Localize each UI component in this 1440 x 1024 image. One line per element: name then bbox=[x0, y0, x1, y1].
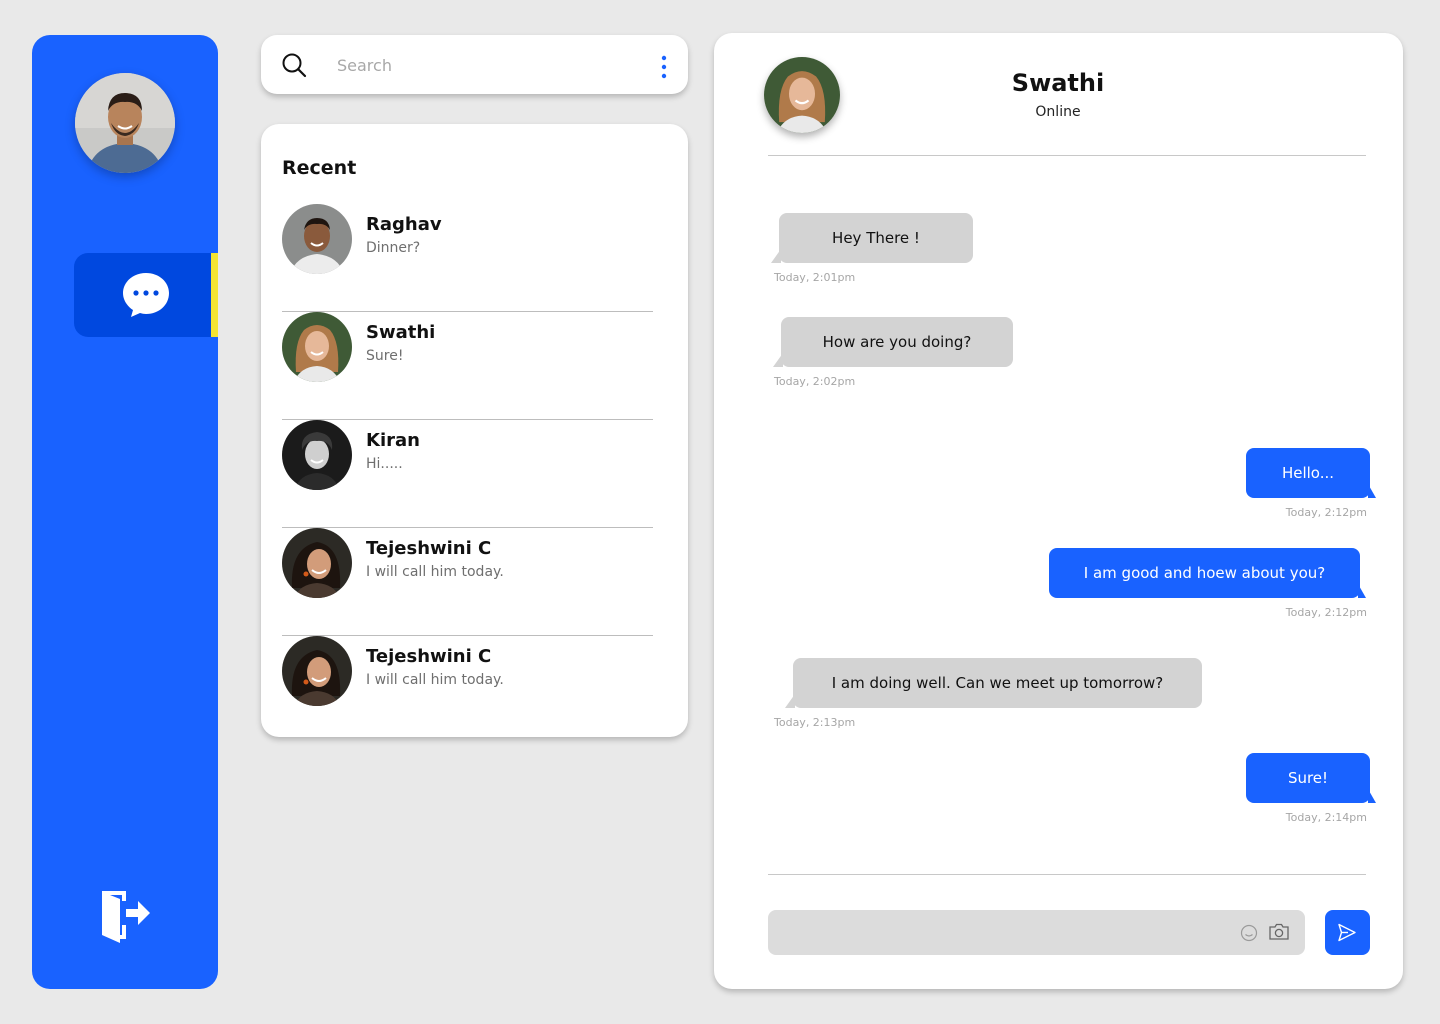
message-composer bbox=[768, 910, 1305, 955]
message-timestamp: Today, 2:13pm bbox=[774, 716, 856, 729]
message-timestamp: Today, 2:14pm bbox=[1285, 811, 1367, 824]
chat-bubble-icon bbox=[123, 273, 169, 317]
contact-last-message: Dinner? bbox=[366, 240, 421, 256]
contact-list-item[interactable]: Swathi Sure! bbox=[282, 312, 653, 420]
emoji-icon[interactable] bbox=[1240, 924, 1258, 942]
recent-panel: Recent Raghav Dinner? Swathi Sure! Kiran… bbox=[261, 124, 688, 737]
recent-title: Recent bbox=[282, 157, 357, 179]
message-timestamp: Today, 2:12pm bbox=[1285, 606, 1367, 619]
message-bubble-outgoing: I am good and hoew about you? bbox=[1049, 548, 1366, 598]
message-bubble-incoming: Hey There ! bbox=[771, 213, 973, 263]
contact-name: Tejeshwini C bbox=[366, 646, 492, 667]
send-icon bbox=[1338, 923, 1356, 942]
contact-last-message: Hi..... bbox=[366, 456, 403, 472]
chat-contact-name: Swathi bbox=[1011, 69, 1105, 97]
sidebar bbox=[32, 35, 218, 989]
nav-chat-item[interactable] bbox=[74, 253, 218, 337]
search-input[interactable] bbox=[337, 51, 637, 79]
contact-name: Raghav bbox=[366, 214, 442, 235]
search-bar bbox=[261, 35, 688, 94]
camera-icon[interactable] bbox=[1268, 922, 1290, 942]
message-timestamp: Today, 2:12pm bbox=[1285, 506, 1367, 519]
contact-avatar bbox=[282, 528, 352, 598]
chat-contact-status: Online bbox=[1035, 104, 1081, 120]
contact-name: Kiran bbox=[366, 430, 420, 451]
contact-avatar bbox=[282, 312, 352, 382]
search-icon[interactable] bbox=[281, 52, 307, 78]
contact-list-item[interactable]: Tejeshwini C I will call him today. bbox=[282, 528, 653, 636]
header-divider bbox=[768, 155, 1366, 156]
chat-contact-avatar[interactable] bbox=[764, 57, 840, 133]
message-input[interactable] bbox=[784, 918, 1224, 948]
message-bubble-incoming: How are you doing? bbox=[773, 317, 1013, 367]
contact-list-item[interactable]: Raghav Dinner? bbox=[282, 204, 653, 312]
contact-avatar bbox=[282, 636, 352, 706]
contact-avatar bbox=[282, 204, 352, 274]
message-bubble-incoming: I am doing well. Can we meet up tomorrow… bbox=[785, 658, 1202, 708]
contact-avatar bbox=[282, 420, 352, 490]
contact-last-message: I will call him today. bbox=[366, 564, 504, 580]
send-button[interactable] bbox=[1325, 910, 1370, 955]
active-nav-indicator bbox=[211, 253, 218, 337]
contact-name: Tejeshwini C bbox=[366, 538, 492, 559]
logout-icon[interactable] bbox=[100, 887, 152, 943]
composer-divider bbox=[768, 874, 1366, 875]
chat-panel: Swathi Online Hey There ! Today, 2:01pm … bbox=[714, 33, 1403, 989]
contact-name: Swathi bbox=[366, 322, 436, 343]
contact-last-message: Sure! bbox=[366, 348, 404, 364]
kebab-menu-icon[interactable] bbox=[657, 55, 671, 79]
message-bubble-outgoing: Sure! bbox=[1246, 753, 1376, 803]
message-bubble-outgoing: Hello... bbox=[1246, 448, 1376, 498]
user-avatar[interactable] bbox=[75, 73, 175, 173]
contact-list-item[interactable]: Kiran Hi..... bbox=[282, 420, 653, 528]
message-timestamp: Today, 2:01pm bbox=[774, 271, 856, 284]
message-timestamp: Today, 2:02pm bbox=[774, 375, 856, 388]
contact-list-item[interactable]: Tejeshwini C I will call him today. bbox=[282, 636, 653, 744]
contact-last-message: I will call him today. bbox=[366, 672, 504, 688]
